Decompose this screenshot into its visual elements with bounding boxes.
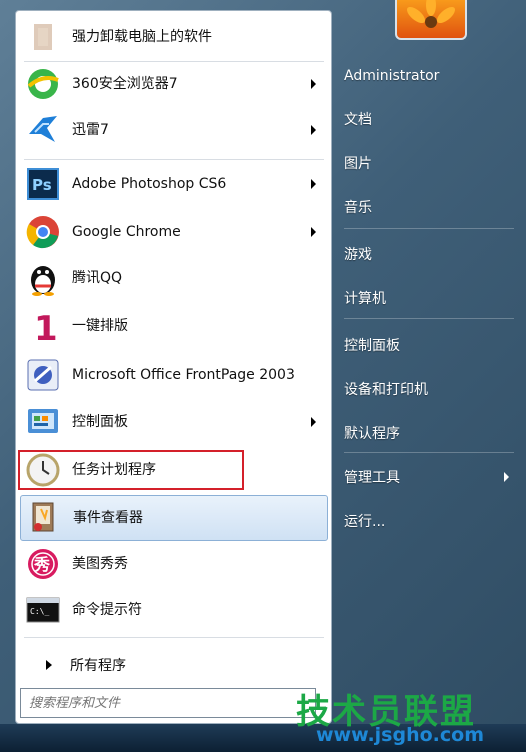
search-input[interactable] (20, 688, 316, 718)
event-viewer-icon (25, 499, 63, 537)
place-label: 控制面板 (344, 338, 400, 354)
program-item-control-panel[interactable]: 控制面板 (20, 399, 328, 445)
place-item-default-programs[interactable]: 默认程序 (344, 416, 519, 450)
number-one-icon: 1 (24, 307, 62, 345)
start-menu-programs-pane: 强力卸载电脑上的软件 360安全浏览器7 迅雷7 Ps Adobe Photos… (15, 10, 332, 724)
place-label: 设备和打印机 (344, 382, 428, 398)
submenu-arrow-icon[interactable] (311, 79, 316, 89)
divider (344, 318, 514, 319)
program-item-360-browser[interactable]: 360安全浏览器7 (20, 61, 328, 107)
program-label: 控制面板 (72, 414, 128, 430)
xunlei-bird-icon (24, 111, 62, 149)
qq-penguin-icon (24, 259, 62, 297)
site-watermark: 技术员联盟 www.jsgho.com (296, 684, 526, 752)
place-item-devices-printers[interactable]: 设备和打印机 (344, 372, 519, 406)
program-label: Google Chrome (72, 224, 181, 240)
program-label: Adobe Photoshop CS6 (72, 176, 227, 192)
program-label: 一键排版 (72, 318, 128, 334)
program-label: 迅雷7 (72, 122, 109, 138)
divider (24, 637, 324, 638)
divider (344, 228, 514, 229)
place-item-run[interactable]: 运行... (344, 504, 519, 538)
svg-text:Ps: Ps (32, 176, 52, 194)
place-item-music[interactable]: 音乐 (344, 190, 519, 224)
chrome-icon (24, 213, 62, 251)
place-label: 文档 (344, 112, 372, 128)
annotation-highlight-box (18, 450, 244, 490)
program-item-frontpage[interactable]: Microsoft Office FrontPage 2003 (20, 351, 328, 399)
place-item-computer[interactable]: 计算机 (344, 281, 519, 315)
divider (24, 159, 324, 160)
place-item-pictures[interactable]: 图片 (344, 146, 519, 180)
all-programs-button[interactable]: 所有程序 (20, 645, 328, 685)
svg-text:1: 1 (34, 309, 58, 344)
program-item-qq[interactable]: 腾讯QQ (20, 255, 328, 301)
program-item-photoshop[interactable]: Ps Adobe Photoshop CS6 (20, 161, 328, 207)
submenu-arrow-icon[interactable] (311, 227, 316, 237)
program-item-one-key-layout[interactable]: 1 一键排版 (20, 303, 328, 349)
place-label: 音乐 (344, 200, 372, 216)
all-programs-label: 所有程序 (70, 658, 126, 674)
place-label: 管理工具 (344, 470, 400, 486)
start-menu-places-pane: Administrator 文档 图片 音乐 游戏 计算机 控制面板 设备和打印… (336, 0, 526, 752)
expand-arrow-icon (46, 660, 52, 670)
program-item-meitu[interactable]: 秀 美图秀秀 (20, 541, 328, 587)
meitu-icon: 秀 (24, 545, 62, 583)
program-label: 美图秀秀 (72, 556, 128, 572)
place-label: 游戏 (344, 247, 372, 263)
program-item-xunlei[interactable]: 迅雷7 (20, 107, 328, 153)
photoshop-icon: Ps (24, 165, 62, 203)
frontpage-icon (24, 356, 62, 394)
place-label: 图片 (344, 156, 372, 172)
360-browser-icon (24, 65, 62, 103)
place-item-admin-tools[interactable]: 管理工具 (344, 460, 519, 494)
submenu-arrow-icon[interactable] (311, 417, 316, 427)
program-label: 命令提示符 (72, 602, 142, 618)
command-prompt-icon: C:\_ (24, 591, 62, 629)
place-item-user[interactable]: Administrator (344, 59, 519, 93)
uninstaller-icon (24, 18, 62, 56)
program-label: 360安全浏览器7 (72, 76, 178, 92)
place-item-documents[interactable]: 文档 (344, 102, 519, 136)
program-item-uninstaller[interactable]: 强力卸载电脑上的软件 (20, 14, 328, 60)
place-label: 计算机 (344, 291, 386, 307)
control-panel-icon (24, 403, 62, 441)
place-label: 运行... (344, 514, 386, 530)
program-item-chrome[interactable]: Google Chrome (20, 209, 328, 255)
divider (344, 452, 514, 453)
program-label: Microsoft Office FrontPage 2003 (72, 367, 295, 383)
program-item-command-prompt[interactable]: C:\_ 命令提示符 (20, 587, 328, 633)
program-item-event-viewer[interactable]: 事件查看器 (20, 495, 328, 541)
place-label: Administrator (344, 68, 440, 84)
place-label: 默认程序 (344, 426, 400, 442)
svg-text:秀: 秀 (33, 555, 50, 574)
program-label: 腾讯QQ (72, 270, 123, 286)
submenu-arrow-icon[interactable] (504, 472, 509, 482)
watermark-url: www.jsgho.com (316, 724, 484, 746)
svg-text:C:\_: C:\_ (30, 607, 49, 616)
submenu-arrow-icon[interactable] (311, 125, 316, 135)
submenu-arrow-icon[interactable] (311, 179, 316, 189)
program-label: 强力卸载电脑上的软件 (72, 29, 212, 45)
place-item-games[interactable]: 游戏 (344, 237, 519, 271)
place-item-control-panel[interactable]: 控制面板 (344, 328, 519, 362)
program-label: 事件查看器 (73, 510, 143, 526)
